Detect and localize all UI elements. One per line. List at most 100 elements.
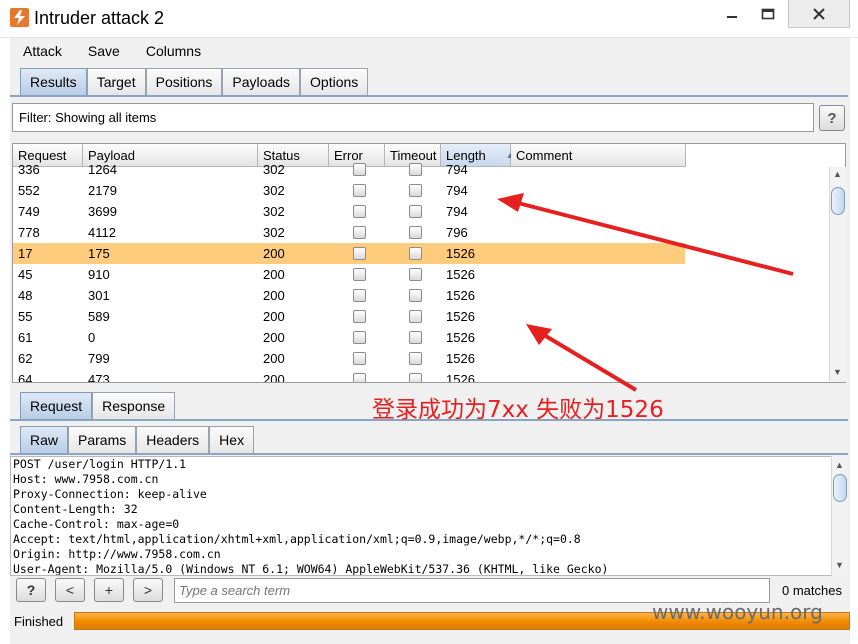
- cell-timeout: [385, 306, 441, 327]
- table-row[interactable]: 336 1264 302 794: [13, 159, 685, 180]
- checkbox: [353, 226, 366, 239]
- annotation-text: 登录成功为7xx 失败为1526: [372, 397, 664, 423]
- menu-save[interactable]: Save: [75, 43, 133, 59]
- menu-bar: Attack Save Columns: [10, 38, 850, 64]
- scroll-down-icon[interactable]: ▼: [833, 367, 842, 377]
- table-row[interactable]: 778 4112 302 796: [13, 222, 685, 243]
- cell-length: 1526: [446, 351, 475, 366]
- watermark: www.wooyun.org: [652, 600, 823, 624]
- cell-payload: 910: [88, 267, 110, 282]
- tab-target[interactable]: Target: [86, 68, 146, 95]
- request-scrollbar[interactable]: ▲ ▼: [831, 456, 848, 576]
- checkbox: [409, 247, 422, 260]
- cell-status: 302: [263, 225, 285, 240]
- tab-results[interactable]: Results: [20, 68, 87, 95]
- table-row[interactable]: 17 175 200 1526: [13, 243, 685, 264]
- cell-request: 45: [18, 267, 33, 282]
- checkbox: [409, 331, 422, 344]
- cell-request: 17: [18, 246, 33, 261]
- table-scrollbar[interactable]: ▲ ▼: [829, 167, 846, 382]
- request-editor[interactable]: POST /user/login HTTP/1.1 Host: www.7958…: [10, 456, 835, 576]
- scroll-down-icon[interactable]: ▼: [835, 560, 844, 570]
- request-line: POST /user/login HTTP/1.1: [13, 457, 187, 471]
- search-match-count: 0 matches: [782, 583, 842, 598]
- checkbox: [353, 310, 366, 323]
- table-row[interactable]: 552 2179 302 794: [13, 180, 685, 201]
- filter-bar[interactable]: Filter: Showing all items: [12, 103, 814, 132]
- main-tabs: Results Target Positions Payloads Option…: [20, 68, 369, 95]
- checkbox: [353, 163, 366, 176]
- cell-length: 794: [446, 183, 468, 198]
- close-button[interactable]: [788, 0, 850, 28]
- tab-options[interactable]: Options: [300, 68, 369, 95]
- cell-length: 1526: [446, 372, 475, 383]
- table-row[interactable]: 48 301 200 1526: [13, 285, 685, 306]
- tab-headers[interactable]: Headers: [136, 426, 210, 453]
- filter-text: Filter: Showing all items: [19, 110, 157, 125]
- menu-attack[interactable]: Attack: [10, 43, 75, 59]
- cell-status: 200: [263, 288, 285, 303]
- tab-response[interactable]: Response: [92, 392, 176, 419]
- table-row[interactable]: 62 799 200 1526: [13, 348, 685, 369]
- search-next-button[interactable]: >: [133, 578, 163, 602]
- tab-params[interactable]: Params: [68, 426, 137, 453]
- checkbox: [409, 184, 422, 197]
- search-add-button[interactable]: +: [94, 578, 124, 602]
- view-tab-divider: [10, 453, 848, 455]
- cell-request: 552: [18, 183, 40, 198]
- search-prev-button[interactable]: <: [55, 578, 85, 602]
- checkbox: [409, 310, 422, 323]
- cell-request: 64: [18, 372, 33, 383]
- table-row[interactable]: 55 589 200 1526: [13, 306, 685, 327]
- table-scroll-thumb[interactable]: [831, 187, 845, 215]
- search-help-button[interactable]: ?: [16, 578, 46, 602]
- cell-error: [329, 222, 385, 243]
- cell-payload: 799: [88, 351, 110, 366]
- cell-status: 200: [263, 330, 285, 345]
- cell-length: 1526: [446, 246, 475, 261]
- cell-timeout: [385, 201, 441, 222]
- tab-divider: [10, 95, 848, 97]
- cell-error: [329, 201, 385, 222]
- table-row[interactable]: 45 910 200 1526: [13, 264, 685, 285]
- scroll-up-icon[interactable]: ▲: [835, 460, 844, 470]
- cell-length: 794: [446, 162, 468, 177]
- cell-timeout: [385, 369, 441, 382]
- cell-payload: 175: [88, 246, 110, 261]
- cell-status: 302: [263, 183, 285, 198]
- cell-payload: 4112: [88, 225, 116, 240]
- cell-status: 200: [263, 267, 285, 282]
- checkbox: [353, 247, 366, 260]
- table-row[interactable]: 749 3699 302 794: [13, 201, 685, 222]
- maximize-button[interactable]: [754, 0, 782, 28]
- checkbox: [353, 184, 366, 197]
- tab-hex[interactable]: Hex: [209, 426, 255, 453]
- filter-help-button[interactable]: ?: [819, 105, 845, 131]
- table-row[interactable]: 61 0 200 1526: [13, 327, 685, 348]
- cell-timeout: [385, 348, 441, 369]
- request-scroll-thumb[interactable]: [833, 474, 847, 502]
- menu-columns[interactable]: Columns: [133, 43, 214, 59]
- cell-length: 1526: [446, 288, 475, 303]
- scroll-up-icon[interactable]: ▲: [833, 169, 842, 179]
- checkbox: [353, 268, 366, 281]
- table-row[interactable]: 64 473 200 1526: [13, 369, 685, 383]
- view-tabs: Raw Params Headers Hex: [20, 426, 255, 453]
- tab-raw[interactable]: Raw: [20, 426, 69, 453]
- request-line: User-Agent: Mozilla/5.0 (Windows NT 6.1;…: [13, 562, 609, 576]
- window-title: Intruder attack 2: [34, 8, 165, 28]
- cell-length: 1526: [446, 330, 475, 345]
- checkbox: [409, 205, 422, 218]
- tab-positions[interactable]: Positions: [145, 68, 223, 95]
- cell-length: 1526: [446, 309, 475, 324]
- cell-length: 794: [446, 204, 468, 219]
- checkbox: [409, 289, 422, 302]
- checkbox: [409, 226, 422, 239]
- minimize-icon: [727, 16, 737, 18]
- minimize-button[interactable]: [718, 0, 746, 28]
- cell-request: 55: [18, 309, 33, 324]
- tab-request[interactable]: Request: [20, 392, 93, 419]
- results-table: Request Payload Status Error Timeout Len…: [12, 143, 846, 383]
- cell-timeout: [385, 222, 441, 243]
- tab-payloads[interactable]: Payloads: [222, 68, 301, 95]
